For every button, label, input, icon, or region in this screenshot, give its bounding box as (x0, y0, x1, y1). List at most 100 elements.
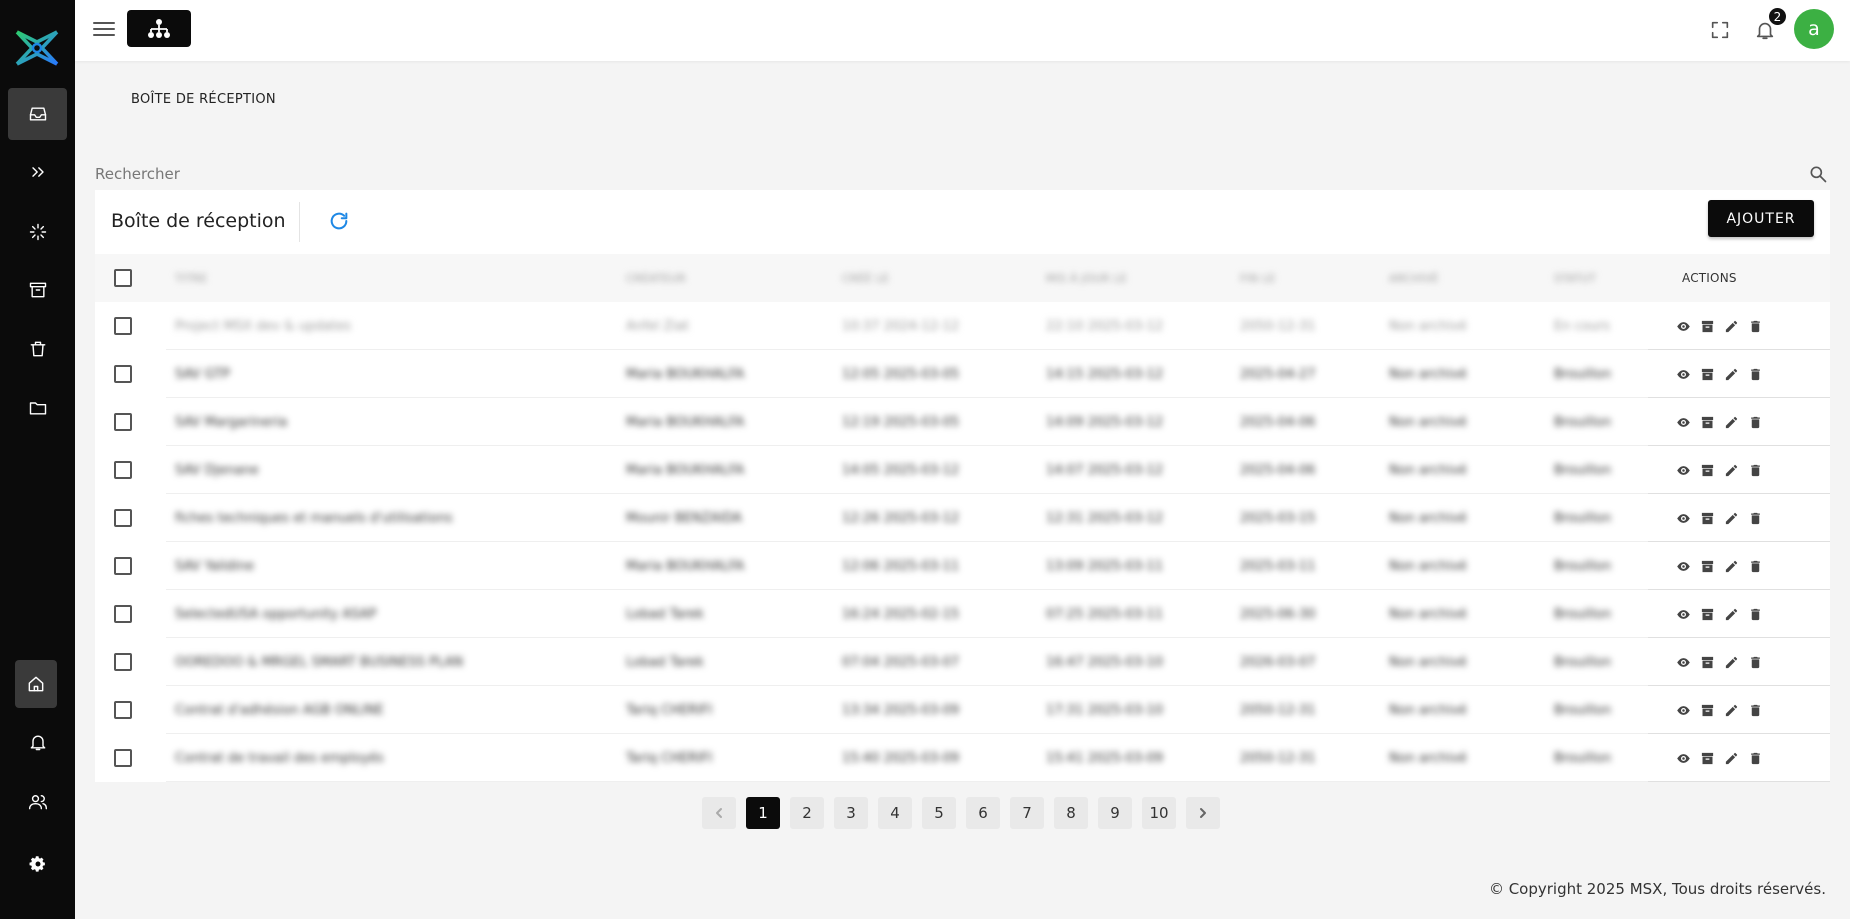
column-header-end[interactable]: FIN LE (1240, 254, 1276, 302)
delete-icon[interactable] (1747, 414, 1763, 430)
delete-icon[interactable] (1747, 558, 1763, 574)
view-icon[interactable] (1675, 558, 1691, 574)
table-row[interactable]: SAV Margarineria Maria BOUKHALFA 12:19 202… (95, 398, 1830, 446)
view-icon[interactable] (1675, 414, 1691, 430)
sidebar-item-sent[interactable] (8, 146, 67, 198)
row-checkbox[interactable] (114, 461, 132, 479)
table-row[interactable]: SAV Yalidine Maria BOUKHALFA 12:06 2025-03… (95, 542, 1830, 590)
table-row[interactable]: OOREDOO & MRGEL SMART BUSINESS PLAN Lobad… (95, 638, 1830, 686)
pagination-prev-button[interactable] (702, 797, 736, 829)
edit-icon[interactable] (1723, 318, 1739, 334)
column-header-created[interactable]: CRÉÉ LE (842, 254, 889, 302)
archive-icon[interactable] (1699, 462, 1715, 478)
view-icon[interactable] (1675, 654, 1691, 670)
archive-icon[interactable] (1699, 414, 1715, 430)
row-checkbox[interactable] (114, 509, 132, 527)
row-checkbox[interactable] (114, 605, 132, 623)
search-input[interactable] (95, 160, 1810, 188)
fullscreen-icon[interactable] (1706, 16, 1734, 44)
sidebar-item-trash[interactable] (8, 323, 67, 375)
table-row[interactable]: Contrat de travail des employés Tariq CHE… (95, 734, 1830, 782)
sidebar-item-notifications[interactable] (8, 716, 67, 768)
archive-icon[interactable] (1699, 318, 1715, 334)
pagination-page-9[interactable]: 9 (1098, 797, 1132, 829)
table-row[interactable]: SAV Djenane Maria BOUKHALFA 14:05 2025-03-… (95, 446, 1830, 494)
row-checkbox[interactable] (114, 413, 132, 431)
view-icon[interactable] (1675, 702, 1691, 718)
archive-icon[interactable] (1699, 558, 1715, 574)
delete-icon[interactable] (1747, 318, 1763, 334)
archive-icon[interactable] (1699, 702, 1715, 718)
edit-icon[interactable] (1723, 414, 1739, 430)
delete-icon[interactable] (1747, 366, 1763, 382)
notification-count-badge: 2 (1767, 6, 1788, 27)
sidebar-item-archive[interactable] (8, 264, 67, 316)
sidebar-item-inbox[interactable] (8, 88, 67, 140)
edit-icon[interactable] (1723, 606, 1739, 622)
pagination-page-10[interactable]: 10 (1142, 797, 1176, 829)
edit-icon[interactable] (1723, 366, 1739, 382)
table-row[interactable]: Contrat d'adhésion AGB ONLINE Tariq CHERI… (95, 686, 1830, 734)
sidebar-item-settings[interactable] (8, 838, 67, 890)
delete-icon[interactable] (1747, 462, 1763, 478)
edit-icon[interactable] (1723, 702, 1739, 718)
archive-icon[interactable] (1699, 510, 1715, 526)
pagination-page-5[interactable]: 5 (922, 797, 956, 829)
delete-icon[interactable] (1747, 606, 1763, 622)
search-icon[interactable] (1808, 164, 1828, 184)
sidebar-item-home[interactable] (15, 660, 57, 708)
edit-icon[interactable] (1723, 750, 1739, 766)
hamburger-menu-icon[interactable] (93, 19, 115, 39)
column-header-status[interactable]: STATUT (1554, 254, 1596, 302)
table-row[interactable]: SAV GTP Maria BOUKHALFA 12:05 2025-03-05 14… (95, 350, 1830, 398)
delete-icon[interactable] (1747, 654, 1763, 670)
row-checkbox[interactable] (114, 317, 132, 335)
view-icon[interactable] (1675, 462, 1691, 478)
row-checkbox[interactable] (114, 749, 132, 767)
archive-icon[interactable] (1699, 750, 1715, 766)
table-row[interactable]: Project MSX dev & updates Anfel Ziat 10:37… (95, 302, 1830, 350)
archive-icon[interactable] (1699, 366, 1715, 382)
pagination-page-4[interactable]: 4 (878, 797, 912, 829)
delete-icon[interactable] (1747, 750, 1763, 766)
row-checkbox[interactable] (114, 701, 132, 719)
column-header-title[interactable]: TITRE (175, 254, 207, 302)
user-avatar[interactable]: a (1794, 9, 1834, 49)
pagination-page-2[interactable]: 2 (790, 797, 824, 829)
pagination-page-8[interactable]: 8 (1054, 797, 1088, 829)
select-all-checkbox[interactable] (114, 269, 132, 287)
delete-icon[interactable] (1747, 702, 1763, 718)
pagination-page-7[interactable]: 7 (1010, 797, 1044, 829)
column-header-creator[interactable]: CRÉATEUR (626, 254, 686, 302)
add-button[interactable]: AJOUTER (1708, 200, 1814, 237)
table-row[interactable]: fiches techniques et manuels d'utilisati… (95, 494, 1830, 542)
org-chart-logo-icon[interactable] (127, 10, 191, 47)
pagination-page-3[interactable]: 3 (834, 797, 868, 829)
sidebar-item-users[interactable] (8, 776, 67, 828)
edit-icon[interactable] (1723, 510, 1739, 526)
column-header-archived[interactable]: ARCHIVÉ (1389, 254, 1439, 302)
sidebar-item-in-progress[interactable] (8, 206, 67, 258)
view-icon[interactable] (1675, 510, 1691, 526)
edit-icon[interactable] (1723, 558, 1739, 574)
msx-logo-icon[interactable] (14, 28, 60, 68)
row-checkbox[interactable] (114, 653, 132, 671)
column-header-updated[interactable]: MIS À JOUR LE (1046, 254, 1127, 302)
pagination-next-button[interactable] (1186, 797, 1220, 829)
sidebar-item-folders[interactable] (8, 382, 67, 434)
edit-icon[interactable] (1723, 654, 1739, 670)
view-icon[interactable] (1675, 318, 1691, 334)
view-icon[interactable] (1675, 750, 1691, 766)
delete-icon[interactable] (1747, 510, 1763, 526)
archive-icon[interactable] (1699, 654, 1715, 670)
refresh-icon[interactable] (328, 210, 352, 234)
view-icon[interactable] (1675, 606, 1691, 622)
row-checkbox[interactable] (114, 557, 132, 575)
row-checkbox[interactable] (114, 365, 132, 383)
edit-icon[interactable] (1723, 462, 1739, 478)
archive-icon[interactable] (1699, 606, 1715, 622)
view-icon[interactable] (1675, 366, 1691, 382)
pagination-page-6[interactable]: 6 (966, 797, 1000, 829)
table-row[interactable]: SelectedUSA opportunity ASAP Lobad Tarek 1… (95, 590, 1830, 638)
pagination-page-1[interactable]: 1 (746, 797, 780, 829)
